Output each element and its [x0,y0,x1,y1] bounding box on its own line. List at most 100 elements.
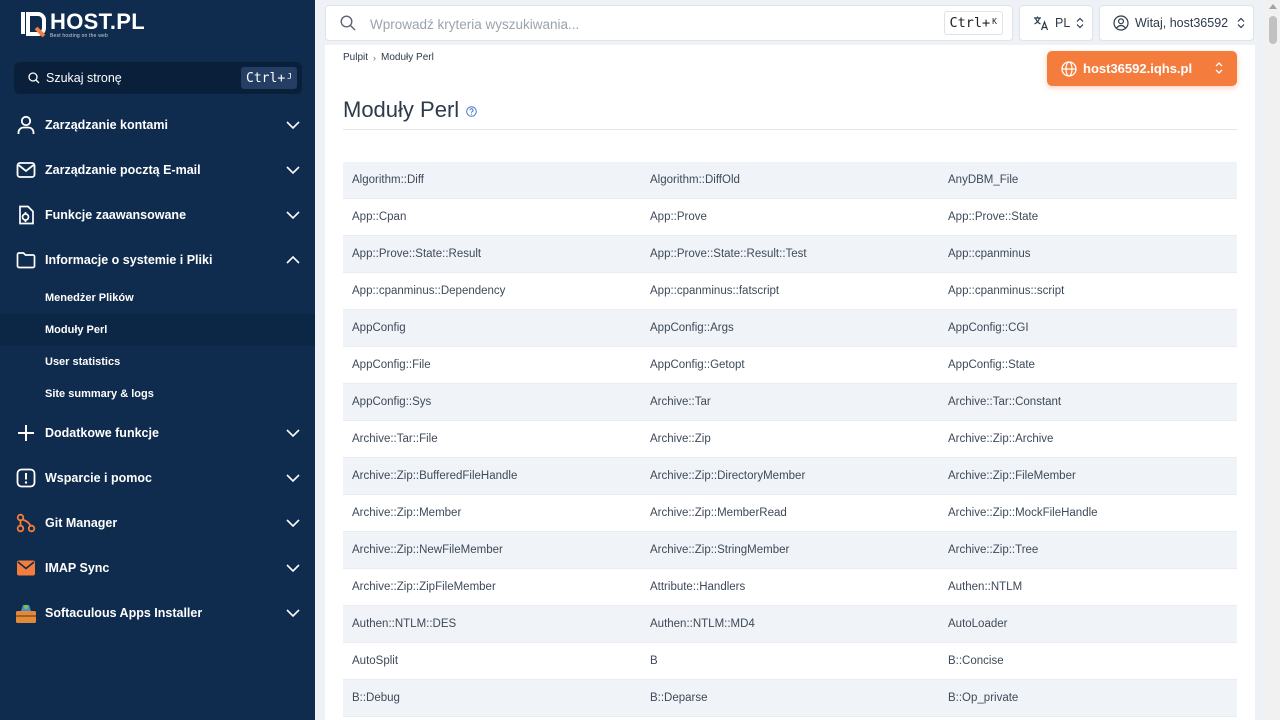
sidebar-item-label: Funkcje zaawansowane [45,207,187,222]
language-selector[interactable]: PL [1019,5,1093,41]
domain-selector[interactable]: host36592.iqhs.pl [1047,51,1237,86]
scroll-thumb[interactable] [1269,16,1277,44]
sidebar-search-shortcut: Ctrl+ J [241,67,297,89]
module-name-cell: App::cpanminus [948,248,1031,260]
module-name-cell: Archive::Zip::ZipFileMember [352,581,496,593]
logo-name: HOST.PL [50,9,145,34]
sidebar-subitem-perl-modules[interactable]: Moduły Perl [0,314,315,346]
logo-icon [20,10,46,38]
chevron-up-icon [286,255,300,264]
module-name-cell: App::cpanminus::fatscript [650,285,780,297]
globe-icon [1061,60,1077,77]
sidebar-subitem-user-statistics[interactable]: User statistics [0,346,315,378]
sidebar-item-account-management[interactable]: Zarządzanie kontami [0,102,315,147]
table-row: Authen::NTLM::DES Authen::NTLM::MD4 AutoLo… [343,606,1237,643]
domain-label: host36592.iqhs.pl [1083,61,1193,76]
module-name-cell: AppConfig::State [948,359,1035,371]
table-row: AutoSplit B B::Concise [343,643,1237,680]
module-name-cell: B [650,655,658,667]
sidebar-item-label: Dodatkowe funkcje [45,425,159,440]
module-name-cell: AutoSplit [352,655,399,667]
module-name-cell: Archive::Tar [650,396,711,408]
module-name-cell: Archive::Zip::NewFileMember [352,544,503,556]
module-name-cell: Authen::NTLM [948,581,1023,593]
sidebar-item-git-manager[interactable]: Git Manager [0,500,315,545]
sidebar-item-email[interactable]: Zarządzanie pocztą E-mail [0,147,315,192]
page-scrollbar[interactable] [1265,0,1280,720]
table-row: App::cpanminus::Dependency App::cpanminus… [343,273,1237,310]
help-icon[interactable] [466,105,477,117]
table-row: Archive::Zip::BufferedFileHandle Archive:… [343,458,1237,495]
module-name-cell: App::Prove::State::Result [352,248,482,260]
sidebar-item-label: Zarządzanie kontami [45,117,168,132]
module-name-cell: Archive::Zip::StringMember [650,544,790,556]
module-name-cell: Archive::Zip::DirectoryMember [650,470,806,482]
user-greeting: Witaj, host36592 [1135,16,1229,30]
chevron-updown-icon [1215,62,1223,74]
user-circle-icon [1113,15,1129,31]
table-row: AppConfig AppConfig::Args AppConfig::CGI [343,310,1237,347]
table-row: AppConfig::Sys Archive::Tar Archive::Tar::… [343,384,1237,421]
module-name-cell: AnyDBM_File [948,174,1019,186]
module-name-cell: App::Prove::State [948,211,1039,223]
global-search-input[interactable] [370,13,930,35]
sidebar-item-additional-features[interactable]: Dodatkowe funkcje [0,410,315,455]
sidebar-item-system-info-files[interactable]: Informacje o systemie i Pliki [0,237,315,282]
search-icon [340,15,356,31]
module-name-cell: Archive::Zip [650,433,711,445]
host-pl-logo[interactable]: HOST.PL Best hosting on the web [20,10,145,40]
sidebar-item-imap-sync[interactable]: IMAP Sync [0,545,315,590]
language-label: PL [1055,16,1071,30]
table-row: Archive::Zip::NewFileMember Archive::Zip:… [343,532,1237,569]
user-icon [15,114,37,136]
global-search[interactable]: Ctrl+K [325,5,1013,41]
module-name-cell: B::Op_private [948,692,1019,704]
module-name-cell: Algorithm::DiffOld [650,174,740,186]
page-title: Moduły Perl [343,97,477,123]
module-name-cell: Archive::Zip::FileMember [948,470,1076,482]
scroll-up-arrow-icon[interactable] [1269,4,1277,9]
chevron-down-icon [286,121,300,130]
sidebar-item-label: Softaculous Apps Installer [45,605,203,620]
sidebar-search-label: Szukaj stronę [46,71,122,85]
imap-mail-icon [15,557,37,579]
page-title-text: Moduły Perl [343,97,460,122]
module-name-cell: B::Deparse [650,692,708,704]
sidebar-search[interactable]: Szukaj stronę Ctrl+ J [14,62,302,94]
chevron-updown-icon [1076,17,1084,29]
table-row: App::Cpan App::Prove App::Prove::State [343,199,1237,236]
global-search-shortcut: Ctrl+ K [943,11,1003,35]
chevron-down-icon [286,429,300,438]
module-name-cell: Archive::Zip::MockFileHandle [948,507,1098,519]
git-icon [15,512,37,534]
module-name-cell: AppConfig::Args [650,322,734,334]
chevron-down-icon [286,474,300,483]
chevron-updown-icon [1237,17,1245,29]
table-row: App::Prove::State::Result App::Prove::Sta… [343,236,1237,273]
sidebar-item-advanced[interactable]: Funkcje zaawansowane [0,192,315,237]
main-content: Pulpit › Moduły Perl host36592.iqhs.pl M… [325,45,1255,720]
table-row: Archive::Tar::File Archive::Zip Archive::Z… [343,421,1237,458]
module-name-cell: App::Prove [650,211,707,223]
sidebar-subitem-site-summary-logs[interactable]: Site summary & logs [0,378,315,410]
chevron-down-icon [286,519,300,528]
module-name-cell: Archive::Zip::BufferedFileHandle [352,470,518,482]
table-row: Archive::Zip::ZipFileMember Attribute::Ha… [343,569,1237,606]
user-menu[interactable]: Witaj, host36592 [1099,5,1254,41]
search-icon [28,72,40,84]
module-name-cell: App::cpanminus::Dependency [352,285,506,297]
table-row: AppConfig::File AppConfig::Getopt AppConfi… [343,347,1237,384]
sidebar-item-support[interactable]: Wsparcie i pomoc [0,455,315,500]
sidebar-item-label: Zarządzanie pocztą E-mail [45,162,201,177]
sidebar-subitem-file-manager[interactable]: Menedżer Plików [0,282,315,314]
breadcrumb-home[interactable]: Pulpit [343,52,368,63]
module-name-cell: AppConfig::Getopt [650,359,745,371]
logo-tagline: Best hosting on the web [50,33,108,39]
title-divider [343,129,1237,130]
sidebar-item-softaculous[interactable]: Softaculous Apps Installer [0,590,315,635]
module-name-cell: Archive::Zip::Tree [948,544,1039,556]
module-name-cell: B::Concise [948,655,1004,667]
sidebar-item-label: Informacje o systemie i Pliki [45,252,213,267]
module-name-cell: App::cpanminus::script [948,285,1065,297]
module-name-cell: Archive::Tar::Constant [948,396,1062,408]
